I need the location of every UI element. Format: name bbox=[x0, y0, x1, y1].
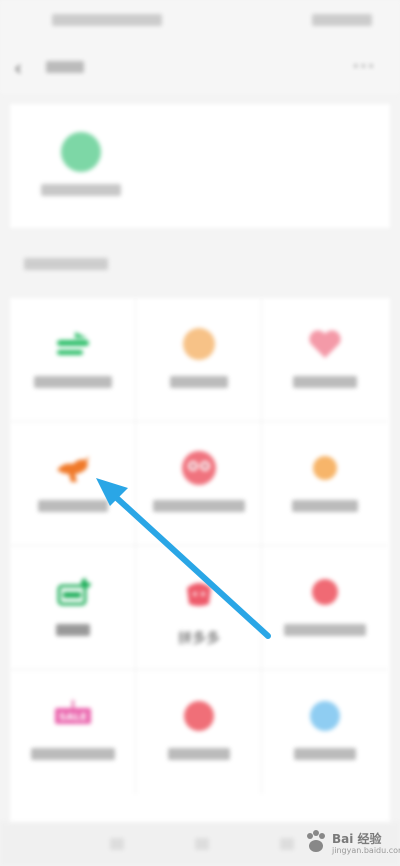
baidu-watermark: Bai 经验 jingyan.baidu.com bbox=[300, 822, 400, 862]
paw-icon bbox=[307, 830, 325, 852]
watermark-url: jingyan.baidu.com bbox=[332, 846, 400, 855]
watermark-brand: Bai 经验 bbox=[332, 832, 382, 846]
annotation-arrow bbox=[96, 478, 271, 639]
